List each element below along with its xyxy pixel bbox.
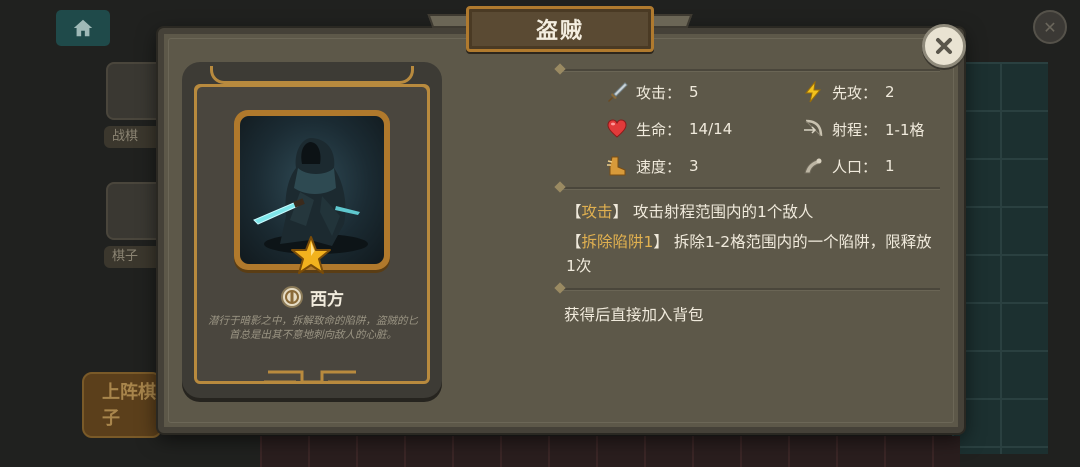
stat-initiative: 先攻： 2 [802, 79, 895, 105]
card-ornament [210, 66, 414, 84]
lightning-icon [804, 81, 822, 103]
faction-name: 西方 [310, 289, 344, 310]
sword-icon [608, 82, 628, 102]
attack-value: 5 [689, 83, 699, 101]
divider-bottom [560, 288, 940, 290]
faction-row: 西方 [182, 284, 442, 310]
initiative-value: 2 [885, 83, 895, 101]
stat-speed: 速度： 3 [606, 153, 699, 179]
game-board [952, 62, 1048, 454]
flavor-text: 潜行于暗影之中，拆解致命的陷阱，盗贼的匕首总是出其不意地刺向敌人的心脏。 [208, 315, 418, 341]
speed-value: 3 [689, 157, 699, 175]
divider-middle [560, 187, 940, 189]
range-value: 1-1格 [885, 120, 925, 139]
ability-tag-disarm-trap: 拆除陷阱1 [581, 233, 654, 251]
health-value: 14/14 [689, 120, 733, 138]
stat-attack: 攻击： 5 [606, 79, 699, 105]
ability-desc-attack: 攻击射程范围内的1个敌人 [632, 203, 814, 221]
boot-icon [607, 156, 626, 176]
stat-population: 人口： 1 [802, 153, 895, 179]
heart-icon [607, 119, 627, 138]
home-icon [73, 19, 93, 37]
stat-range: 射程： 1-1格 [802, 116, 925, 142]
dialog-title-plate: 盗贼 [427, 6, 693, 56]
board-bottom-row [260, 436, 960, 467]
top-close-button[interactable]: ✕ [1033, 10, 1067, 44]
rarity-star-icon [291, 236, 331, 274]
ability-disarm-trap: 【拆除陷阱1】 拆除1-2格范围内的一个陷阱，限释放1次 [566, 233, 932, 275]
home-button[interactable] [56, 10, 110, 46]
ability-attack: 【攻击】 攻击射程范围内的1个敌人 [566, 203, 814, 221]
close-icon [936, 38, 952, 54]
population-icon [804, 158, 822, 174]
ability-tag-attack: 攻击 [581, 203, 613, 221]
divider-top [560, 69, 940, 71]
dialog-title: 盗贼 [535, 19, 584, 44]
deploy-pieces-button[interactable]: 上阵棋子 [82, 372, 162, 438]
bow-icon [804, 119, 823, 137]
close-button[interactable] [922, 24, 966, 68]
obtain-note: 获得后直接加入背包 [564, 306, 704, 324]
card-bottom-ornament [264, 370, 360, 384]
population-value: 1 [885, 157, 895, 175]
stat-health: 生命： 14/14 [606, 116, 732, 142]
shield-emblem-icon [281, 286, 303, 308]
unit-card: 西方 潜行于暗影之中，拆解致命的陷阱，盗贼的匕首总是出其不意地刺向敌人的心脏。 [182, 62, 442, 398]
